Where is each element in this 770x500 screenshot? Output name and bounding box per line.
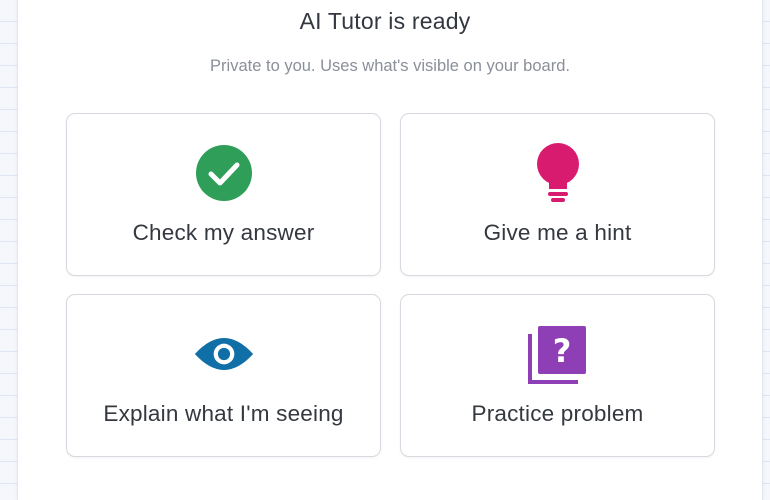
dialog-subtitle: Private to you. Uses what's visible on y… xyxy=(210,57,570,75)
check-circle-icon xyxy=(193,142,255,204)
give-me-a-hint-label: Give me a hint xyxy=(483,220,632,245)
svg-text:?: ? xyxy=(552,332,571,370)
check-my-answer-label: Check my answer xyxy=(132,220,315,245)
explain-what-im-seeing-button[interactable]: Explain what I'm seeing xyxy=(66,294,381,457)
explain-what-im-seeing-label: Explain what I'm seeing xyxy=(103,401,344,426)
eye-icon xyxy=(193,323,255,385)
lightbulb-icon xyxy=(527,142,589,204)
check-my-answer-button[interactable]: Check my answer xyxy=(66,113,381,276)
question-cards-icon: ? xyxy=(527,323,589,385)
dialog-title: AI Tutor is ready xyxy=(299,8,471,34)
practice-problem-button[interactable]: ? Practice problem xyxy=(400,294,715,457)
practice-problem-label: Practice problem xyxy=(471,401,644,426)
give-me-a-hint-button[interactable]: Give me a hint xyxy=(400,113,715,276)
